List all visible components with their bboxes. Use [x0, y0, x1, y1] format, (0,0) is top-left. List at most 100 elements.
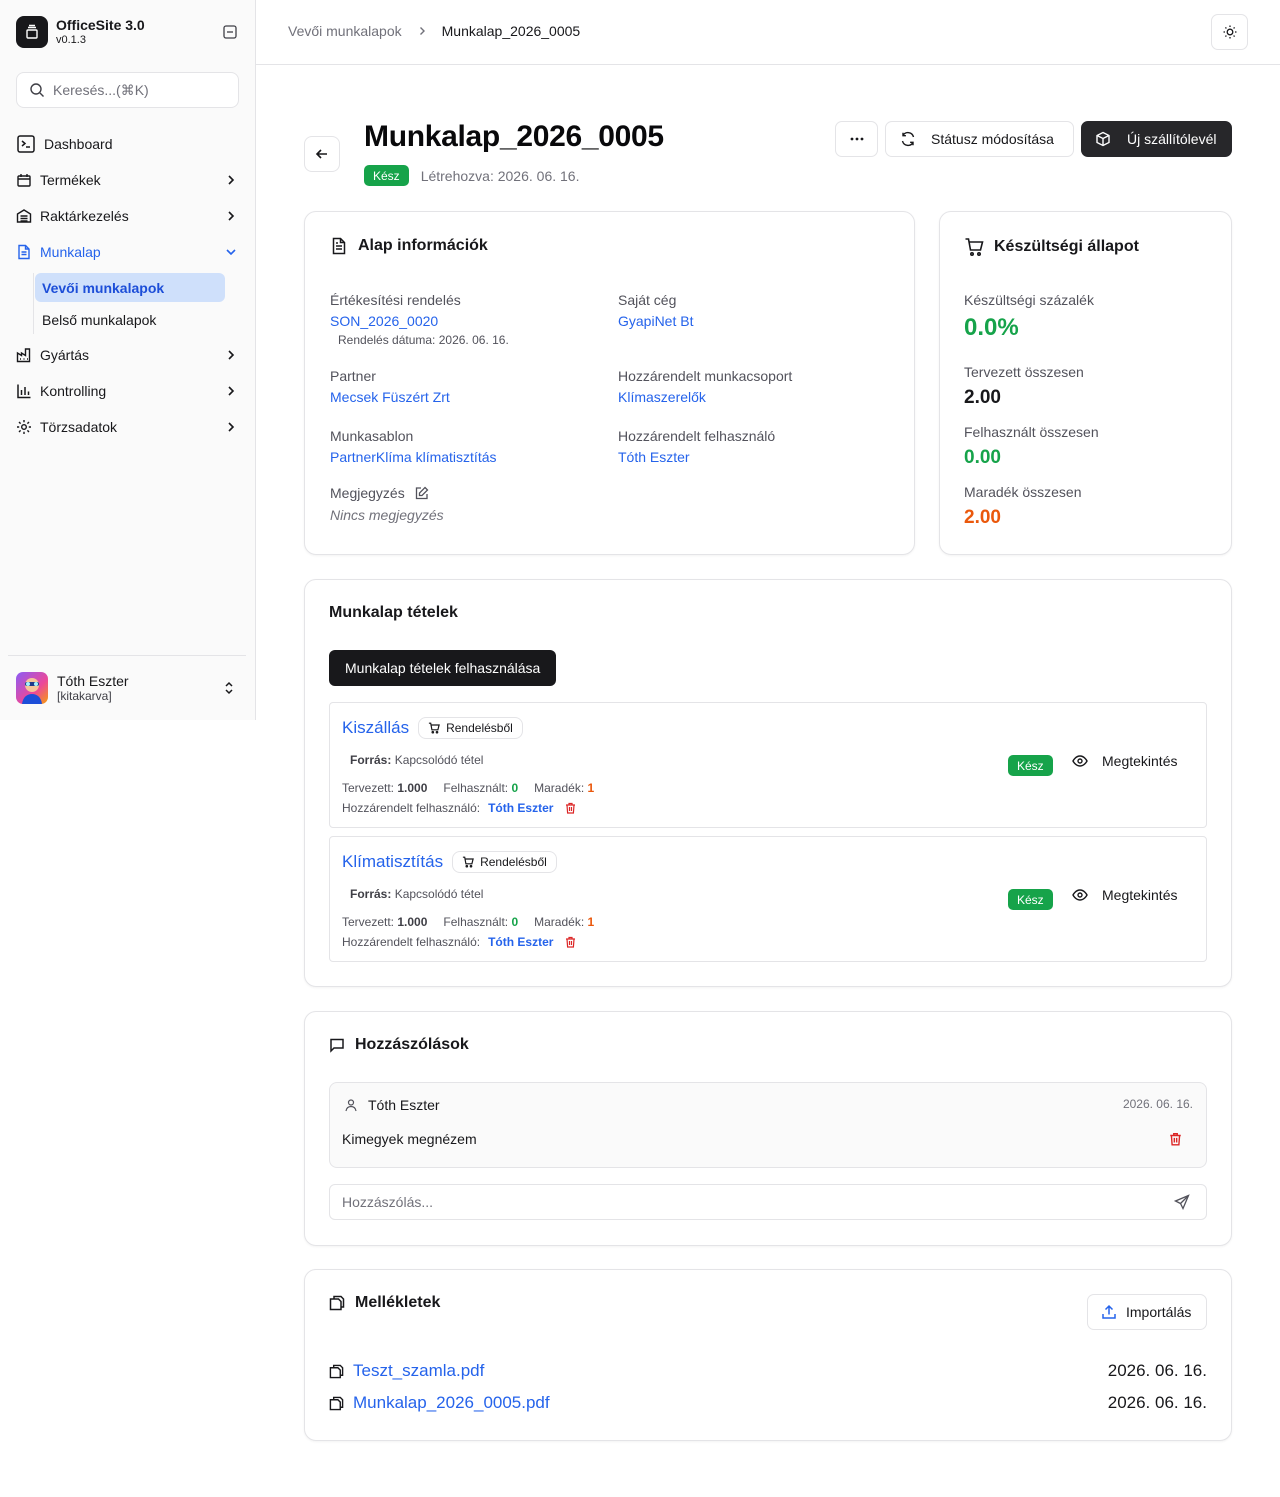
remaining-value: 2.00: [964, 507, 1001, 528]
used-field: Felhasznált összesen 0.00: [964, 423, 1099, 469]
status-badge: Kész: [1008, 889, 1053, 910]
sidebar-item-products[interactable]: Termékek: [8, 162, 248, 198]
planned-label: Tervezett összesen: [964, 364, 1084, 380]
own-company-link[interactable]: GyapiNet Bt: [618, 312, 693, 330]
breadcrumb-current: Munkalap_2026_0005: [441, 23, 581, 39]
use-items-button[interactable]: Munkalap tételek felhasználása: [329, 650, 557, 686]
sidebar-item-master-data[interactable]: Törzsadatok: [8, 409, 248, 445]
sidebar-item-controlling[interactable]: Kontrolling: [8, 373, 248, 409]
list-item: Kiszállás Rendelésből Forrás: Kapcsolódó…: [329, 702, 1207, 828]
worksheet-items-title: Munkalap tételek: [329, 604, 458, 621]
view-button[interactable]: Megtekintés: [1072, 887, 1177, 903]
theme-toggle-button[interactable]: [1211, 14, 1248, 50]
sidebar-subitem-internal-worksheets[interactable]: Belső munkalapok: [35, 305, 225, 334]
attachment-row: Munkalap_2026_0005.pdf 2026. 06. 16.: [329, 1393, 1207, 1413]
assigned-user-link[interactable]: Tóth Eszter: [618, 448, 775, 466]
attachments-title: Mellékletek: [329, 1294, 440, 1312]
item-remaining-label: Maradék:: [534, 781, 585, 795]
item-source-label: Forrás:: [350, 753, 392, 767]
import-button[interactable]: Importálás: [1087, 1294, 1207, 1330]
sidebar-item-label: Termékek: [40, 172, 101, 188]
item-planned-value: 1.000: [397, 781, 428, 795]
item-planned: Tervezett: 1.000: [342, 781, 427, 795]
item-user-link[interactable]: Tóth Eszter: [488, 935, 553, 949]
sidebar-subitem-customer-worksheets[interactable]: Vevői munkalapok: [35, 273, 225, 302]
trash-icon[interactable]: [1169, 1132, 1182, 1146]
partner-link[interactable]: Mecsek Füszért Zrt: [330, 388, 450, 406]
refresh-icon: [900, 131, 916, 147]
upload-icon: [1101, 1304, 1117, 1320]
comment-input-field[interactable]: [329, 1184, 1207, 1220]
user-icon: [344, 1098, 358, 1112]
chevron-right-icon: [224, 209, 238, 223]
status-badge: Kész: [1008, 755, 1053, 776]
basic-info-title-text: Alap információk: [358, 237, 488, 254]
item-remaining-label: Maradék:: [534, 915, 585, 929]
attachment-link[interactable]: Munkalap_2026_0005.pdf: [353, 1393, 1108, 1413]
sales-order-link[interactable]: SON_2026_0020: [330, 312, 509, 330]
status-change-button[interactable]: Státusz módosítása: [885, 121, 1074, 157]
brand[interactable]: OfficeSite 3.0 v0.1.3: [16, 16, 145, 48]
template-link[interactable]: PartnerKlíma klímatisztítás: [330, 448, 497, 466]
remaining-label: Maradék összesen: [964, 484, 1082, 500]
item-status: Kész: [1008, 889, 1053, 910]
cart-icon: [462, 856, 474, 868]
search-box[interactable]: [16, 72, 239, 108]
sidebar-toggle-icon[interactable]: [222, 24, 240, 42]
sidebar-item-warehouse[interactable]: Raktárkezelés: [8, 198, 248, 234]
trash-icon[interactable]: [565, 936, 576, 948]
own-company-field: Saját cég GyapiNet Bt: [618, 291, 693, 330]
user-menu[interactable]: Tóth Eszter [kitakarva]: [8, 655, 246, 720]
back-button[interactable]: [304, 136, 340, 172]
chevron-right-icon: [224, 420, 238, 434]
sidebar-item-production[interactable]: Gyártás: [8, 337, 248, 373]
chevron-right-icon: [224, 173, 238, 187]
attachments-title-text: Mellékletek: [355, 1294, 441, 1311]
chevrons-up-down-icon: [222, 681, 236, 695]
comment-entry: Tóth Eszter 2026. 06. 16. Kimegyek megné…: [329, 1082, 1207, 1168]
chevron-right-icon: [224, 384, 238, 398]
item-user-link[interactable]: Tóth Eszter: [488, 801, 553, 815]
comment-author-row: Tóth Eszter: [344, 1097, 440, 1113]
item-stats: Tervezett: 1.000 Felhasznált: 0 Maradék:…: [342, 781, 594, 795]
view-button[interactable]: Megtekintés: [1072, 753, 1177, 769]
files-icon: [329, 1295, 345, 1311]
sidebar-item-label: Raktárkezelés: [40, 208, 129, 224]
view-label: Megtekintés: [1102, 753, 1178, 769]
more-icon: [850, 137, 864, 141]
item-planned-label: Tervezett:: [342, 915, 395, 929]
edit-icon[interactable]: [414, 486, 429, 501]
progress-card: Készültségi állapot Készültségi százalék…: [939, 211, 1232, 555]
breadcrumb: Vevői munkalapok Munkalap_2026_0005: [288, 23, 580, 39]
topbar: Vevői munkalapok Munkalap_2026_0005: [256, 0, 1280, 65]
file-icon: [329, 1396, 344, 1411]
item-name-link[interactable]: Klímatisztítás: [342, 852, 443, 872]
sales-order-label: Értékesítési rendelés: [330, 292, 461, 308]
file-icon: [329, 1364, 344, 1379]
workgroup-link[interactable]: Klímaszerelők: [618, 388, 792, 406]
more-button[interactable]: [835, 121, 878, 157]
item-source-value: Kapcsolódó tétel: [394, 753, 484, 767]
new-delivery-note-button[interactable]: Új szállítólevél: [1081, 121, 1232, 157]
view-label: Megtekintés: [1102, 887, 1178, 903]
attachment-link[interactable]: Teszt_szamla.pdf: [353, 1361, 1108, 1381]
factory-icon: [16, 347, 32, 363]
planned-value: 2.00: [964, 387, 1001, 408]
item-user-label: Hozzárendelt felhasználó:: [342, 935, 481, 949]
sidebar-item-dashboard[interactable]: Dashboard: [8, 126, 248, 162]
document-icon: [16, 244, 32, 260]
percent-field: Készültségi százalék 0.0%: [964, 291, 1094, 342]
package-icon: [1095, 131, 1111, 147]
cart-icon: [964, 237, 984, 257]
search-input[interactable]: [53, 82, 223, 98]
item-name-link[interactable]: Kiszállás: [342, 718, 409, 738]
sidebar-item-worksheet[interactable]: Munkalap: [8, 234, 248, 270]
comment-input[interactable]: [342, 1194, 1174, 1210]
item-title-row: Kiszállás Rendelésből: [342, 717, 523, 739]
send-icon[interactable]: [1174, 1194, 1190, 1210]
sidebar-item-label: Gyártás: [40, 347, 90, 363]
note-label: Megjegyzés: [330, 485, 405, 501]
partner-field: Partner Mecsek Füszért Zrt: [330, 367, 450, 406]
breadcrumb-parent[interactable]: Vevői munkalapok: [288, 23, 402, 39]
trash-icon[interactable]: [565, 802, 576, 814]
